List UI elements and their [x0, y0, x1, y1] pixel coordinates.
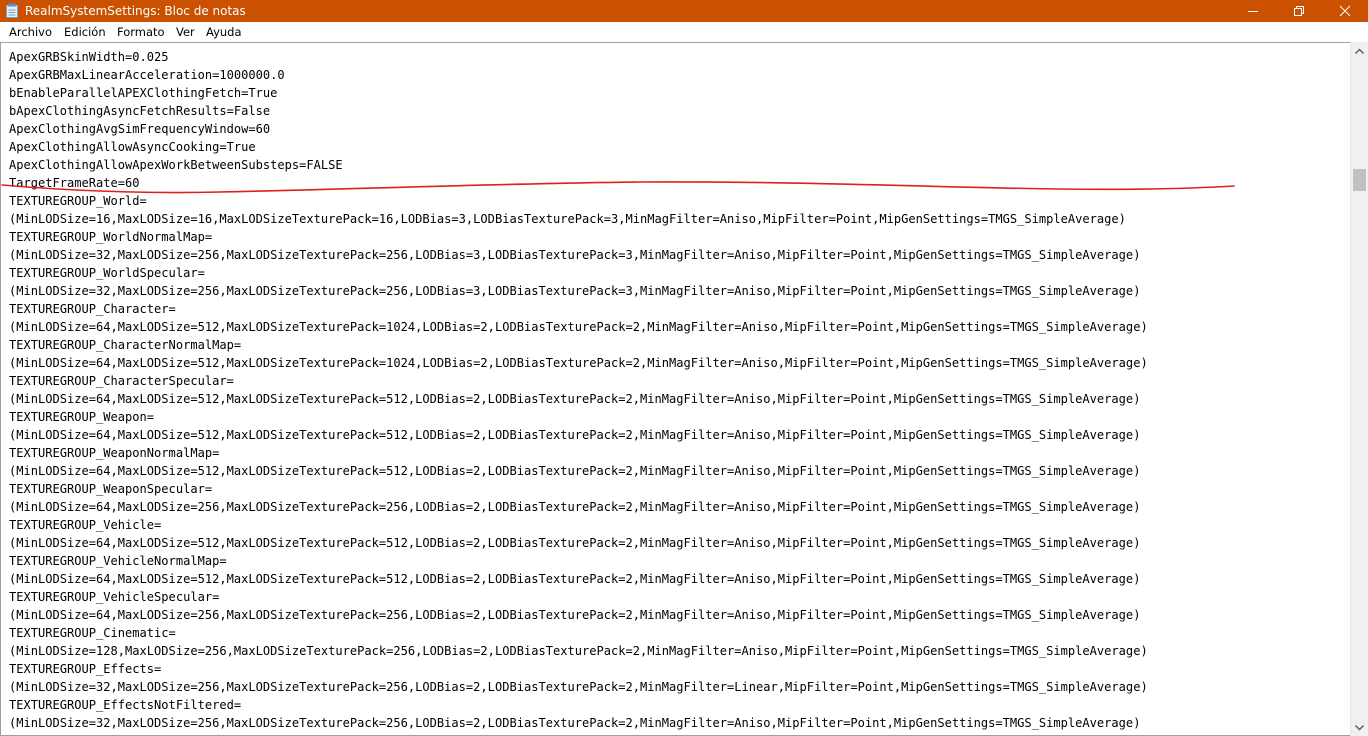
menu-help[interactable]: Ayuda: [206, 25, 242, 40]
menu-bar: Archivo Edición Formato Ver Ayuda: [0, 22, 1368, 42]
notepad-icon: [6, 3, 19, 18]
menu-format[interactable]: Formato: [117, 25, 165, 40]
close-button[interactable]: [1322, 0, 1368, 22]
title-bar[interactable]: RealmSystemSettings: Bloc de notas: [0, 0, 1368, 22]
editor-text[interactable]: ApexGRBSkinWidth=0.025 ApexGRBMaxLinearA…: [9, 48, 1148, 732]
menu-file[interactable]: Archivo: [9, 25, 52, 40]
menu-edit[interactable]: Edición: [64, 25, 106, 40]
scroll-down-arrow-icon[interactable]: [1354, 723, 1365, 732]
scrollbar-thumb[interactable]: [1353, 169, 1366, 191]
window-title: RealmSystemSettings: Bloc de notas: [25, 4, 246, 18]
scroll-up-arrow-icon[interactable]: [1354, 47, 1365, 56]
vertical-scrollbar[interactable]: [1350, 42, 1368, 736]
menu-view[interactable]: Ver: [176, 25, 195, 40]
minimize-button[interactable]: [1230, 0, 1276, 22]
restore-button[interactable]: [1276, 0, 1322, 22]
text-editor[interactable]: ApexGRBSkinWidth=0.025 ApexGRBMaxLinearA…: [0, 42, 1350, 736]
